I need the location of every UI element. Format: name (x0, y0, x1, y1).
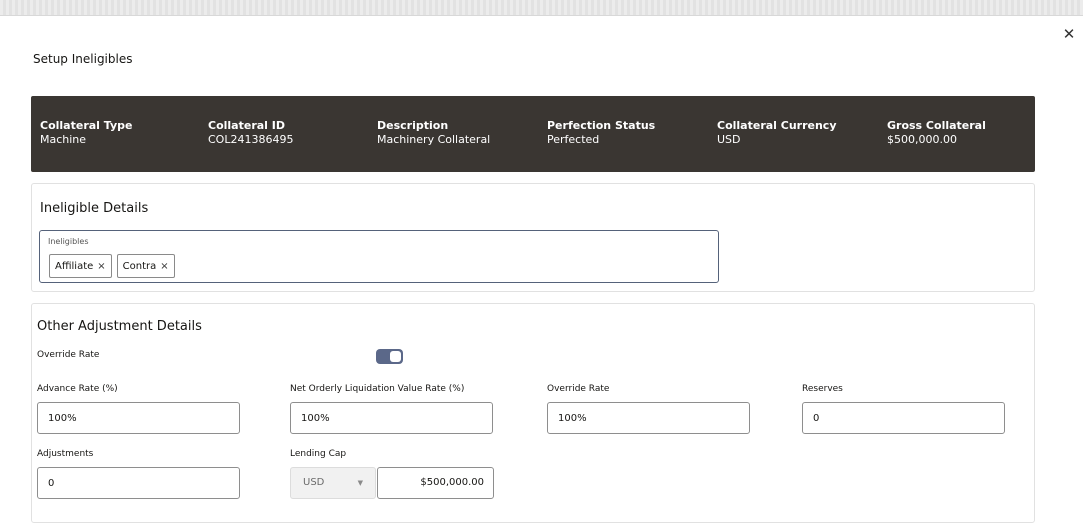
summary-value: $500,000.00 (887, 133, 957, 146)
nolv-rate-label: Net Orderly Liquidation Value Rate (%) (290, 384, 465, 394)
ineligible-details-panel: Ineligible Details Ineligibles Affiliate… (31, 183, 1035, 292)
summary-value: COL241386495 (208, 133, 294, 146)
ineligible-details-title: Ineligible Details (40, 201, 149, 216)
toggle-knob (390, 351, 401, 362)
remove-tag-icon[interactable]: × (97, 261, 105, 272)
summary-label: Perfection Status (547, 119, 656, 132)
adjustments-label: Adjustments (37, 449, 94, 459)
tag-contra: Contra × (116, 254, 175, 278)
other-adjustment-panel: Other Adjustment Details Override Rate A… (31, 303, 1035, 523)
ineligibles-field[interactable]: Ineligibles Affiliate × Contra × (39, 230, 719, 283)
summary-value: Perfected (547, 133, 600, 146)
lending-cap-amount-input[interactable]: $500,000.00 (377, 467, 494, 499)
lending-cap-label: Lending Cap (290, 449, 347, 459)
dialog-title: Setup Ineligibles (33, 52, 133, 66)
summary-label: Collateral Type (40, 119, 133, 132)
summary-perfection-status: Perfection Status Perfected (547, 119, 655, 147)
override-rate-toggle[interactable] (376, 349, 403, 364)
tag-affiliate: Affiliate × (49, 254, 112, 278)
summary-value: Machine (40, 133, 87, 146)
summary-value: Machinery Collateral (377, 133, 491, 146)
other-adjustment-title: Other Adjustment Details (37, 319, 202, 334)
advance-rate-label: Advance Rate (%) (37, 384, 118, 394)
tag-label: Contra (122, 260, 157, 272)
override-rate-input[interactable] (547, 402, 750, 434)
top-strip (0, 0, 1083, 16)
reserves-input[interactable] (802, 402, 1005, 434)
nolv-rate-input[interactable] (290, 402, 493, 434)
override-rate-label: Override Rate (547, 384, 610, 394)
advance-rate-input[interactable] (37, 402, 240, 434)
tag-label: Affiliate (55, 260, 94, 272)
summary-value: USD (717, 133, 741, 146)
summary-label: Collateral Currency (717, 119, 837, 132)
ineligibles-field-label: Ineligibles (48, 237, 89, 246)
ineligibles-tag-list: Affiliate × Contra × (49, 254, 175, 278)
summary-label: Collateral ID (208, 119, 285, 132)
summary-collateral-currency: Collateral Currency USD (717, 119, 837, 147)
summary-collateral-id: Collateral ID COL241386495 (208, 119, 293, 147)
close-icon[interactable]: ✕ (1060, 25, 1078, 43)
lending-cap-currency-select[interactable]: USD ▼ (290, 467, 376, 499)
reserves-label: Reserves (802, 384, 843, 394)
summary-description: Description Machinery Collateral (377, 119, 490, 147)
currency-value: USD (303, 477, 325, 488)
summary-label: Gross Collateral (887, 119, 986, 132)
summary-label: Description (377, 119, 449, 132)
override-rate-toggle-label: Override Rate (37, 350, 100, 360)
adjustments-input[interactable] (37, 467, 240, 499)
collateral-summary-bar: Collateral Type Machine Collateral ID CO… (31, 96, 1035, 172)
summary-collateral-type: Collateral Type Machine (40, 119, 132, 147)
summary-gross-collateral: Gross Collateral $500,000.00 (887, 119, 986, 147)
chevron-down-icon: ▼ (357, 479, 363, 487)
remove-tag-icon[interactable]: × (160, 261, 168, 272)
